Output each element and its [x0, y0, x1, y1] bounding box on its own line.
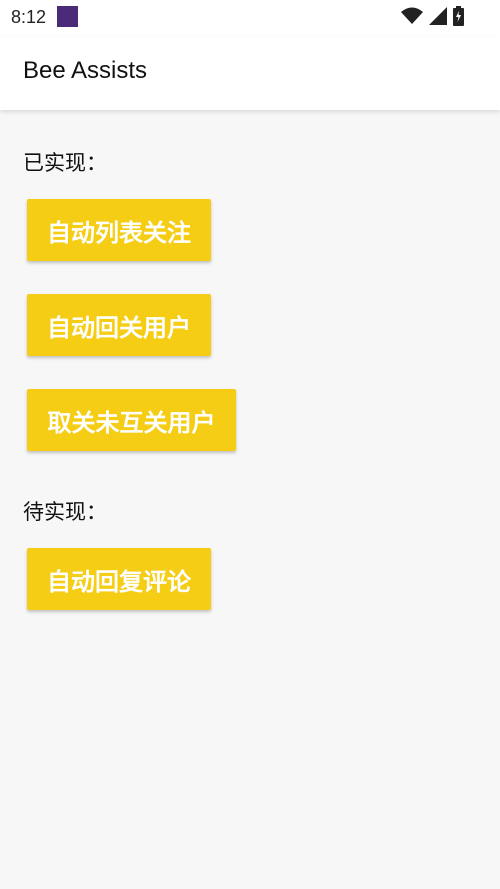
auto-reply-comments-button[interactable]: 自动回复评论: [27, 548, 211, 610]
main-content: 已实现： 自动列表关注 自动回关用户 取关未互关用户 待实现： 自动回复评论: [0, 110, 500, 889]
status-bar: 8:12: [0, 0, 500, 36]
app-bar: Bee Assists: [0, 36, 500, 110]
status-time: 8:12: [11, 7, 47, 27]
pending-section-label: 待实现：: [23, 500, 107, 524]
unfollow-non-mutual-button[interactable]: 取关未互关用户: [27, 389, 236, 451]
app-notification-icon: [57, 6, 78, 27]
auto-list-follow-button[interactable]: 自动列表关注: [27, 199, 211, 261]
auto-follow-back-button[interactable]: 自动回关用户: [27, 294, 211, 356]
implemented-section-label: 已实现：: [23, 151, 107, 175]
wifi-icon: [401, 7, 423, 24]
status-icons: [401, 6, 464, 26]
cell-signal-icon: [429, 7, 447, 25]
app-title: Bee Assists: [23, 57, 148, 84]
battery-icon: [453, 6, 464, 26]
